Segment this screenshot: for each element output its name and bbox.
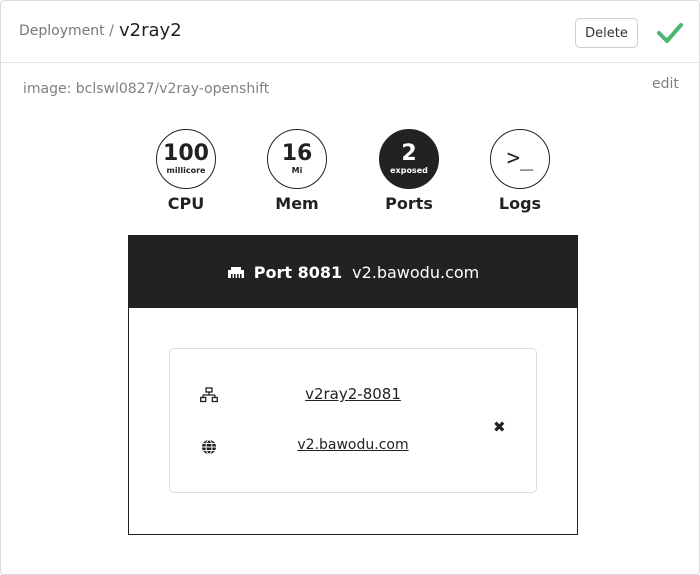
stat-mem[interactable]: 16 Mi Mem [262,129,332,213]
ports-circle[interactable]: 2 exposed [379,129,439,189]
logs-circle[interactable]: >_ [490,129,550,189]
edit-link[interactable]: edit [652,76,679,92]
cpu-circle[interactable]: 100 millicore [156,129,216,189]
mem-label: Mem [275,194,319,213]
deployment-panel: Deployment / v2ray2 Delete image: bclswl… [0,0,700,575]
cpu-label: CPU [167,194,205,213]
terminal-icon: >_ [506,146,534,171]
panel-header: Deployment / v2ray2 Delete [1,1,699,63]
service-link[interactable]: v2ray2-8081 [170,385,536,403]
stat-cpu[interactable]: 100 millicore CPU [151,129,221,213]
port-panel: Port 8081 v2.bawodu.com v2ray2-8081 ✖ v2… [128,235,578,535]
page-title: v2ray2 [119,20,182,41]
ports-value: 2 [401,141,417,166]
breadcrumb-kind[interactable]: Deployment / [19,23,114,39]
mem-circle[interactable]: 16 Mi [267,129,327,189]
port-header: Port 8081 v2.bawodu.com [129,236,577,308]
cpu-value: 100 [163,141,209,166]
route-host-link[interactable]: v2.bawodu.com [170,437,536,453]
route-card: v2ray2-8081 ✖ v2.bawodu.com [169,348,537,493]
port-title: Port 8081 [253,262,343,282]
port-host: v2.bawodu.com [352,262,480,282]
service-row: v2ray2-8081 ✖ [170,383,536,435]
delete-button[interactable]: Delete [575,18,638,48]
ethernet-port-icon [227,267,244,278]
check-icon[interactable] [656,21,684,45]
ports-unit: exposed [390,166,428,175]
close-icon[interactable]: ✖ [493,420,507,435]
stat-ports[interactable]: 2 exposed Ports [374,129,444,213]
logs-label: Logs [498,194,542,213]
mem-unit: Mi [291,166,303,175]
image-reference: image: bclswl0827/v2ray-openshift [23,81,270,97]
mem-value: 16 [281,141,313,166]
route-row: v2.bawodu.com [170,435,536,459]
stat-logs[interactable]: >_ Logs [485,129,555,213]
cpu-unit: millicore [166,166,206,175]
ports-label: Ports [385,194,433,213]
